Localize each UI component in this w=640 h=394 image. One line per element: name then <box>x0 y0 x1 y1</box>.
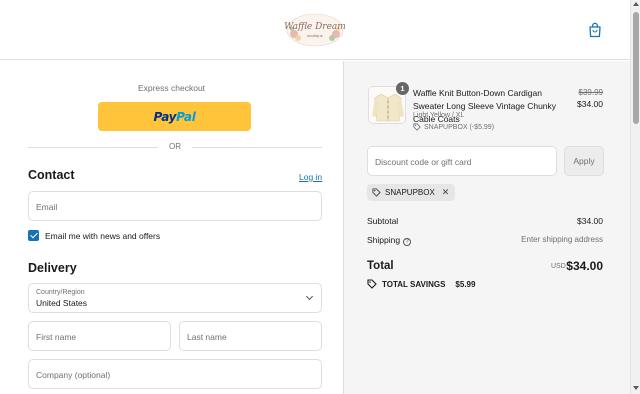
scroll-down-arrow-icon[interactable] <box>633 386 639 390</box>
total-savings: TOTAL SAVINGS $5.99 <box>367 279 475 289</box>
logo-text: Waffle Dream <box>284 22 346 32</box>
paypal-button[interactable]: PayPal <box>98 102 251 131</box>
subtotal-value: $34.00 <box>577 216 603 226</box>
or-text: OR <box>169 142 181 151</box>
product-discount: SNAPUPBOX (-$5.99) <box>413 123 494 131</box>
product-name: Waffle Knit Button-Down Cardigan Sweater… <box>413 88 557 124</box>
total-amount: $34.00 <box>566 259 603 273</box>
shipping-value: Enter shipping address <box>521 235 603 244</box>
shopping-bag-icon[interactable] <box>588 22 602 38</box>
first-name-placeholder: First name <box>36 332 77 342</box>
company-placeholder: Company (optional) <box>36 370 111 380</box>
newsletter-checkbox[interactable] <box>28 230 39 241</box>
savings-label: TOTAL SAVINGS <box>382 279 446 289</box>
newsletter-label: Email me with news and offers <box>45 231 161 241</box>
shipping-label: Shipping <box>367 235 401 245</box>
savings-value: $5.99 <box>455 279 476 289</box>
last-name-field[interactable]: Last name <box>179 321 322 351</box>
country-label: Country/Region <box>36 289 85 296</box>
apply-button[interactable]: Apply <box>564 146 604 176</box>
remove-discount-icon[interactable]: ✕ <box>442 187 450 198</box>
shipping-row: Shipping? <box>367 235 412 246</box>
original-price: $39.99 <box>578 88 603 97</box>
checkout-form: Express checkout PayPal OR Contact Log i… <box>0 61 343 394</box>
last-name-placeholder: Last name <box>187 332 227 342</box>
chevron-down-icon <box>305 292 314 301</box>
country-select[interactable]: Country/Region United States <box>28 283 322 313</box>
subtotal-label: Subtotal <box>367 216 399 226</box>
discount-placeholder: Discount code or gift card <box>375 157 472 167</box>
product-variant: Light Yellow / XL <box>413 112 465 119</box>
email-field[interactable]: Email <box>28 191 322 221</box>
applied-discount-chip: SNAPUPBOX ✕ <box>367 184 456 201</box>
applied-code-text: SNAPUPBOX <box>385 188 435 197</box>
tag-icon <box>367 279 377 289</box>
paypal-logo: PayPal <box>153 109 196 124</box>
delivery-heading: Delivery <box>28 261 77 275</box>
scroll-up-arrow-icon[interactable] <box>633 2 639 6</box>
total-currency: USD <box>551 263 566 270</box>
quantity-badge: 1 <box>396 82 409 95</box>
tag-icon <box>372 188 381 197</box>
contact-heading: Contact <box>28 168 75 182</box>
or-divider: OR <box>28 141 322 153</box>
header: Waffle Dream boutique <box>0 0 630 60</box>
tag-icon <box>413 123 421 131</box>
first-name-field[interactable]: First name <box>28 321 171 351</box>
total-label: Total <box>367 260 394 272</box>
discount-code-input[interactable]: Discount code or gift card <box>367 146 557 176</box>
country-value: United States <box>36 298 88 308</box>
scrollbar-thumb[interactable] <box>633 12 639 124</box>
page-scrollbar[interactable] <box>630 0 640 394</box>
login-link[interactable]: Log in <box>299 172 322 182</box>
order-summary: 1 Waffle Knit Button-Down Cardigan Sweat… <box>343 61 630 394</box>
company-field[interactable]: Company (optional) <box>28 359 322 389</box>
help-icon[interactable]: ? <box>403 238 412 246</box>
email-placeholder: Email <box>36 202 58 212</box>
logo-subtext: boutique <box>307 34 323 38</box>
store-logo[interactable]: Waffle Dream boutique <box>284 12 346 48</box>
product-discount-text: SNAPUPBOX (-$5.99) <box>424 123 495 131</box>
final-price: $34.00 <box>577 99 603 109</box>
express-checkout-label: Express checkout <box>137 83 206 93</box>
